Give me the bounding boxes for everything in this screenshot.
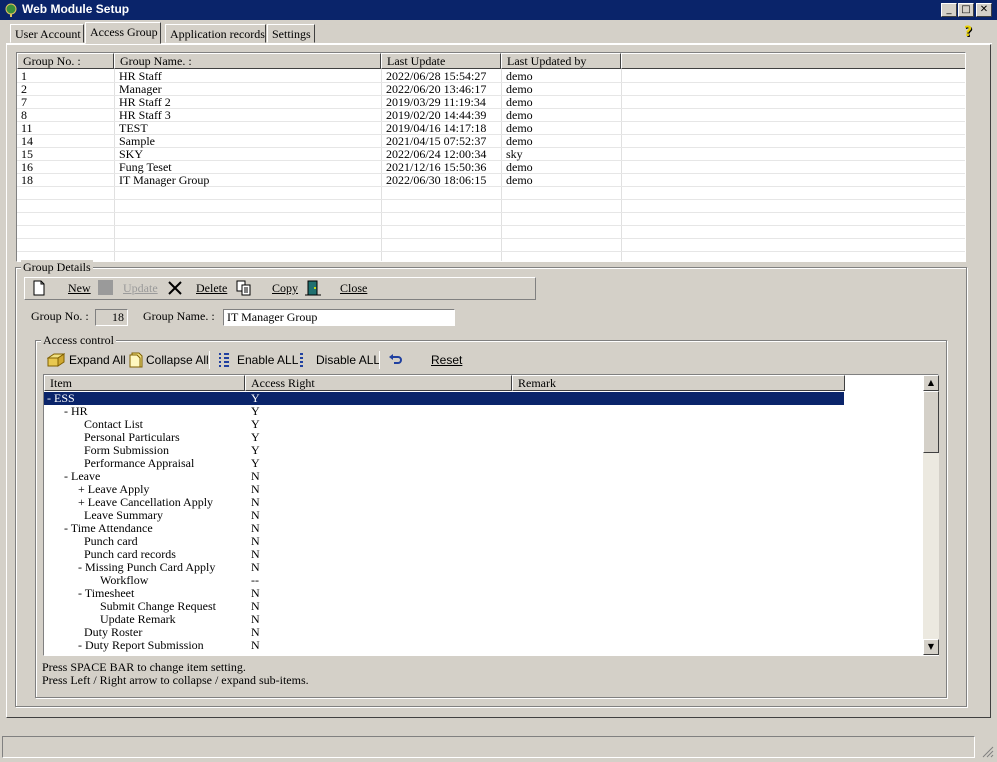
disable-all-button[interactable]: Disable ALL [316, 353, 380, 367]
table-row[interactable]: 11 TEST 2019/04/16 14:17:18 demo [17, 122, 965, 135]
maximize-button[interactable]: □ [958, 3, 974, 17]
close-window-button[interactable]: ✕ [976, 3, 992, 17]
update-icon [98, 280, 113, 295]
delete-button[interactable]: Delete [196, 281, 227, 296]
toolbar-separator [379, 351, 380, 369]
tree-item[interactable]: - Leave N [44, 470, 924, 483]
table-row[interactable] [17, 200, 965, 213]
undo-arrow-icon [389, 354, 402, 364]
help-icon[interactable]: ?? [963, 24, 977, 40]
table-row[interactable]: 8 HR Staff 3 2019/02/20 14:44:39 demo [17, 109, 965, 122]
column-header-last-update[interactable]: Last Update [381, 53, 501, 69]
tree-item[interactable]: - Time Attendance N [44, 522, 924, 535]
group-no-label: Group No. : [31, 309, 89, 323]
table-row[interactable] [17, 252, 965, 261]
close-door-icon [305, 280, 321, 296]
column-header-group-no[interactable]: Group No. : [17, 53, 114, 69]
scroll-up-arrow-icon[interactable]: ▲ [923, 375, 939, 391]
scroll-down-arrow-icon[interactable]: ▼ [923, 639, 939, 655]
tree-item-label: - Duty Report Submission [78, 638, 204, 652]
tree-scrollbar[interactable]: ▲ ▼ [923, 375, 939, 655]
access-right-value: N [251, 638, 260, 652]
new-button[interactable]: New [68, 281, 91, 296]
tree-item[interactable]: - Missing Punch Card Apply N [44, 561, 924, 574]
column-header-item[interactable]: Item [44, 375, 245, 391]
table-row[interactable]: 14 Sample 2021/04/15 07:52:37 demo [17, 135, 965, 148]
tree-item[interactable]: Leave Summary N [44, 509, 924, 522]
access-control-title: Access control [41, 333, 116, 348]
last-updated-by-cell: demo [506, 173, 533, 187]
column-header-group-name[interactable]: Group Name. : [114, 53, 381, 69]
column-header-remark[interactable]: Remark [512, 375, 845, 391]
tree-item-label: Performance Appraisal [84, 456, 195, 470]
table-row[interactable] [17, 187, 965, 200]
tree-item[interactable]: Workflow -- [44, 574, 924, 587]
title-bar: Web Module Setup _ □ ✕ [0, 0, 997, 20]
app-globe-icon [5, 3, 17, 17]
tab-application-records[interactable]: Application records [165, 24, 266, 43]
hint-arrow-keys: Press Left / Right arrow to collapse / e… [42, 673, 309, 687]
scroll-thumb[interactable] [923, 391, 939, 453]
reset-button[interactable]: Reset [431, 353, 462, 367]
delete-x-icon [168, 281, 182, 295]
tab-access-group[interactable]: Access Group [85, 22, 161, 44]
collapse-all-button[interactable]: Collapse All [146, 353, 209, 367]
tab-user-account[interactable]: User Account [10, 24, 84, 43]
tree-item[interactable]: Personal Particulars Y [44, 431, 924, 444]
new-document-icon [33, 280, 45, 296]
copy-icon [236, 280, 251, 296]
column-header-empty [621, 53, 965, 69]
tab-settings[interactable]: Settings [267, 24, 315, 43]
group-name-cell: IT Manager Group [119, 173, 210, 187]
column-header-last-updated-by[interactable]: Last Updated by [501, 53, 621, 69]
group-details-title: Group Details [21, 260, 93, 275]
tree-item[interactable]: - ESS Y [44, 392, 844, 405]
svg-text:?: ? [964, 24, 972, 40]
disable-all-icon [300, 353, 303, 367]
window-title: Web Module Setup [22, 2, 130, 16]
tree-item[interactable]: Punch card N [44, 535, 924, 548]
copy-button[interactable]: Copy [272, 281, 298, 296]
table-row[interactable] [17, 213, 965, 226]
column-header-access-right[interactable]: Access Right [245, 375, 512, 391]
table-row[interactable] [17, 239, 965, 252]
toolbar-separator [209, 351, 210, 369]
table-row[interactable] [17, 226, 965, 239]
tree-item[interactable]: - HR Y [44, 405, 924, 418]
group-name-input[interactable]: IT Manager Group [223, 309, 455, 326]
status-bar [2, 736, 975, 758]
resize-grip-icon[interactable] [980, 744, 994, 758]
tree-item[interactable]: + Leave Cancellation Apply N [44, 496, 924, 509]
tree-item[interactable]: Performance Appraisal Y [44, 457, 924, 470]
enable-all-icon [219, 353, 229, 367]
close-button[interactable]: Close [340, 281, 367, 296]
minimize-button[interactable]: _ [941, 3, 957, 17]
collapse-all-icon [129, 352, 143, 368]
access-tree[interactable]: Item Access Right Remark - ESS Y - HR Y Cont… [43, 374, 939, 656]
enable-all-button[interactable]: Enable ALL [237, 353, 298, 367]
update-button[interactable]: Update [123, 281, 158, 296]
group-no-field: 18 [95, 309, 128, 326]
tree-item[interactable]: - Duty Report Submission N [44, 639, 924, 652]
expand-all-icon [47, 353, 65, 367]
group-no-cell: 18 [21, 173, 33, 187]
tree-item[interactable]: Submit Change Request N [44, 600, 924, 613]
tree-item[interactable]: Update Remark N [44, 613, 924, 626]
group-name-label: Group Name. : [143, 309, 215, 323]
last-update-cell: 2022/06/30 18:06:15 [386, 173, 487, 187]
expand-all-button[interactable]: Expand All [69, 353, 126, 367]
group-list[interactable]: Group No. : Group Name. : Last Update La… [16, 52, 966, 262]
table-row[interactable]: 18 IT Manager Group 2022/06/30 18:06:15 dem… [17, 174, 965, 187]
